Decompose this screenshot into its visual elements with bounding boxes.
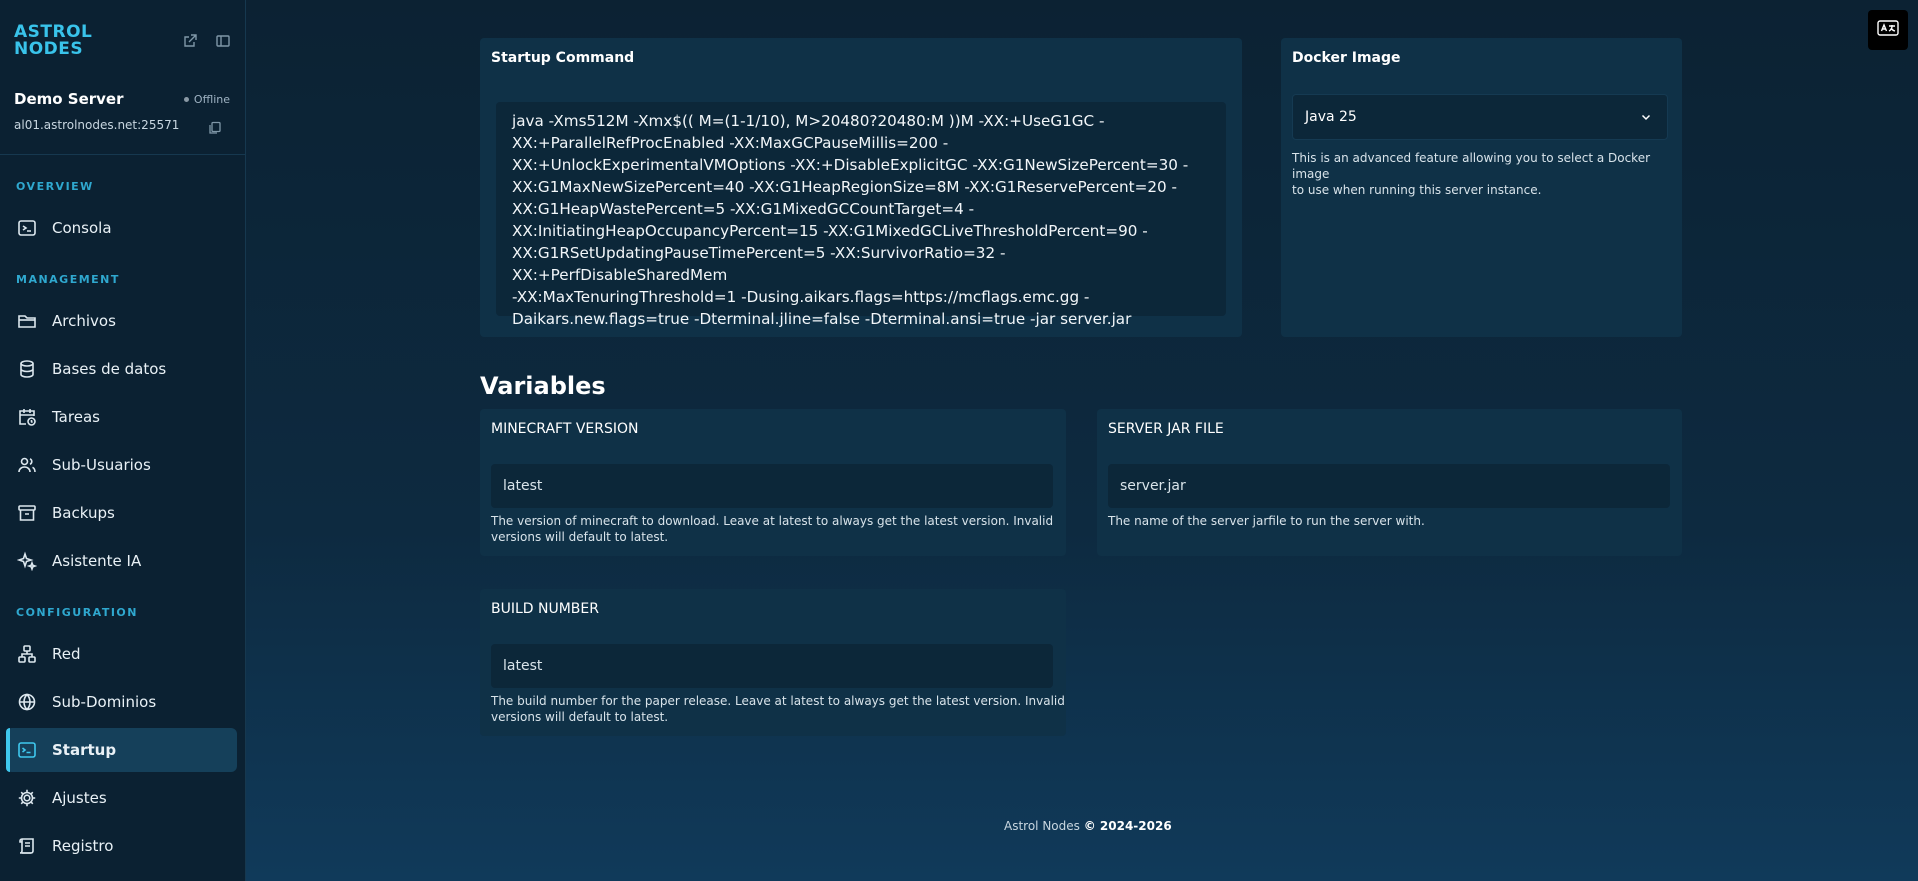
docker-image-card: Docker Image Java 25 This is an advanced… [1281, 38, 1682, 337]
chevron-down-icon [1639, 110, 1653, 124]
sidebar-item-archivos[interactable]: Archivos [6, 299, 237, 343]
database-icon [16, 358, 38, 380]
server-status-text: Offline [193, 93, 230, 106]
terminal-window-icon [16, 739, 38, 761]
minecraft-version-input[interactable]: latest [491, 464, 1053, 508]
help-line: The build number for the paper release. … [491, 694, 1065, 708]
variable-label: SERVER JAR FILE [1108, 421, 1224, 437]
network-icon [16, 643, 38, 665]
section-management: MANAGEMENT [16, 273, 120, 286]
docker-image-help: This is an advanced feature allowing you… [1292, 150, 1682, 198]
archive-icon [16, 502, 38, 524]
sidebar-item-label: Backups [52, 504, 115, 522]
server-address: al01.astrolnodes.net:25571 [14, 118, 180, 132]
docker-image-selected: Java 25 [1305, 109, 1357, 125]
sidebar-item-bases-de-datos[interactable]: Bases de datos [6, 347, 237, 391]
terminal-icon [16, 217, 38, 239]
sidebar-divider [0, 154, 246, 155]
sidebar-item-label: Consola [52, 219, 112, 237]
translate-icon [1877, 20, 1899, 40]
sidebar-item-tareas[interactable]: Tareas [6, 395, 237, 439]
footer-copyright: © 2024-2026 [1083, 819, 1172, 833]
sidebar-item-red[interactable]: Red [6, 632, 237, 676]
section-configuration: CONFIGURATION [16, 606, 138, 619]
sidebar-item-sub-dominios[interactable]: Sub-Dominios [6, 680, 237, 724]
variable-help: The version of minecraft to download. Le… [491, 513, 1053, 545]
sidebar-item-label: Ajustes [52, 789, 107, 807]
build-number-input[interactable]: latest [491, 644, 1053, 688]
sidebar-item-registro[interactable]: Registro [6, 824, 237, 868]
sidebar-item-startup[interactable]: Startup [6, 728, 237, 772]
copy-icon[interactable] [208, 120, 222, 134]
globe-icon [16, 691, 38, 713]
external-link-icon[interactable] [181, 32, 199, 50]
variable-label: BUILD NUMBER [491, 601, 599, 617]
sidebar-item-label: Tareas [52, 408, 100, 426]
sidebar-item-label: Red [52, 645, 81, 663]
sidebar-item-asistente-ia[interactable]: Asistente IA [6, 539, 237, 583]
users-icon [16, 454, 38, 476]
brand-line-2: NODES [14, 39, 84, 59]
scroll-icon [16, 835, 38, 857]
help-line: The version of minecraft to download. Le… [491, 514, 1054, 528]
startup-command-text: java -Xms512M -Xmx$(( M=(1-1/10), M>2048… [496, 102, 1226, 328]
sidebar-item-sub-usuarios[interactable]: Sub-Usuarios [6, 443, 237, 487]
variables-title: Variables [480, 372, 606, 400]
variable-help: The build number for the paper release. … [491, 693, 1065, 725]
folder-icon [16, 310, 38, 332]
sidebar-item-label: Registro [52, 837, 114, 855]
docker-image-title: Docker Image [1292, 50, 1401, 66]
calendar-clock-icon [16, 406, 38, 428]
help-line: This is an advanced feature allowing you… [1292, 151, 1651, 181]
gear-icon [16, 787, 38, 809]
input-value: latest [503, 478, 543, 494]
brand-logo[interactable]: ASTROL NODES [14, 24, 92, 58]
help-line: to use when running this server instance… [1292, 183, 1542, 197]
footer: Astrol Nodes © 2024-2026 [1004, 819, 1172, 833]
docker-image-select[interactable]: Java 25 [1292, 94, 1668, 140]
sidebar-item-label: Asistente IA [52, 552, 142, 570]
sidebar-item-consola[interactable]: Consola [6, 206, 237, 250]
help-line: The name of the server jarfile to run th… [1108, 514, 1425, 528]
variable-card-server-jar: SERVER JAR FILE server.jar The name of t… [1097, 409, 1682, 556]
input-value: server.jar [1120, 478, 1186, 494]
input-value: latest [503, 658, 543, 674]
sidebar-item-label: Sub-Dominios [52, 693, 157, 711]
variable-help: The name of the server jarfile to run th… [1108, 513, 1425, 529]
section-overview: OVERVIEW [16, 180, 94, 193]
status-dot-icon [183, 97, 189, 102]
sidebar-toggle-icon[interactable] [214, 32, 232, 50]
help-line: versions will default to latest. [491, 530, 669, 544]
sidebar-item-backups[interactable]: Backups [6, 491, 237, 535]
startup-command-title: Startup Command [491, 50, 635, 66]
startup-command-card: Startup Command java -Xms512M -Xmx$(( M=… [480, 38, 1242, 337]
sidebar-item-label: Startup [52, 741, 117, 759]
variable-card-build-number: BUILD NUMBER latest The build number for… [480, 589, 1066, 736]
variable-card-minecraft-version: MINECRAFT VERSION latest The version of … [480, 409, 1066, 556]
variable-label: MINECRAFT VERSION [491, 421, 639, 437]
server-jar-input[interactable]: server.jar [1108, 464, 1670, 508]
sidebar-item-label: Sub-Usuarios [52, 456, 151, 474]
sidebar-item-ajustes[interactable]: Ajustes [6, 776, 237, 820]
language-toggle-button[interactable] [1868, 10, 1908, 50]
sidebar-item-label: Archivos [52, 312, 116, 330]
sparkles-icon [16, 550, 38, 572]
sidebar-item-label: Bases de datos [52, 360, 167, 378]
help-line: versions will default to latest. [491, 710, 669, 724]
footer-brand: Astrol Nodes [1004, 819, 1080, 833]
sidebar: ASTROL NODES Demo Server Offline al01.as… [0, 0, 246, 881]
server-info: Demo Server Offline al01.astrolnodes.net… [14, 90, 230, 134]
server-status: Offline [183, 93, 230, 106]
